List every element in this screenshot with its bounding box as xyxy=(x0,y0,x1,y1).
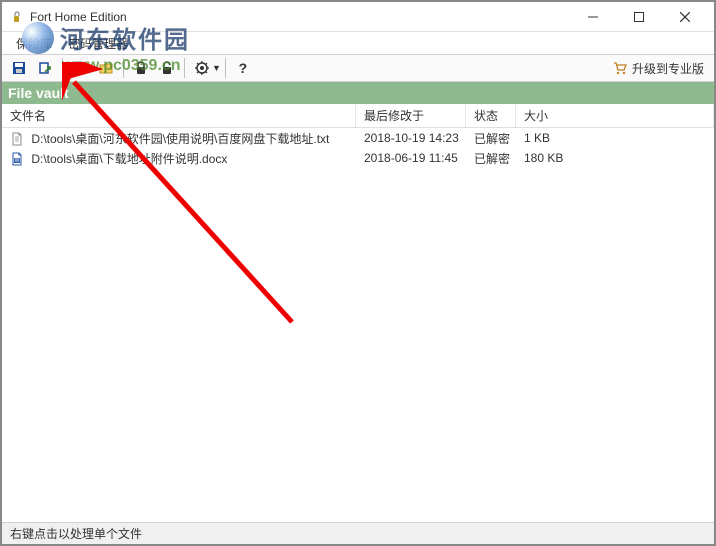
window-title: Fort Home Edition xyxy=(30,10,570,24)
close-button[interactable] xyxy=(662,3,708,31)
statusbar: 右键点击以处理单个文件 xyxy=(2,522,714,544)
minimize-button[interactable] xyxy=(570,3,616,31)
toolbar-separator xyxy=(123,58,124,78)
cell-filename: D:\tools\桌面\下载地址附件说明.docx xyxy=(31,152,227,166)
column-status[interactable]: 状态 xyxy=(466,104,516,127)
section-title: File vault xyxy=(8,85,69,101)
cell-date: 2018-10-19 14:23 xyxy=(356,129,466,147)
upgrade-label: 升级到专业版 xyxy=(632,60,704,77)
settings-dropdown-icon[interactable]: ▼ xyxy=(212,63,221,73)
cell-size: 1 KB xyxy=(516,129,714,147)
save-button[interactable] xyxy=(7,56,31,80)
upgrade-button[interactable]: 升级到专业版 xyxy=(606,58,710,79)
column-modified[interactable]: 最后修改于 xyxy=(356,104,466,127)
menubar: 保险库 密码管理器 xyxy=(2,32,714,54)
add-folder-button[interactable] xyxy=(94,56,118,80)
lock-button[interactable] xyxy=(129,56,153,80)
titlebar: Fort Home Edition xyxy=(2,2,714,32)
statusbar-text: 右键点击以处理单个文件 xyxy=(10,525,142,542)
table-row[interactable]: D:\tools\桌面\河东软件园\使用说明\百度网盘下载地址.txt 2018… xyxy=(2,128,714,148)
toolbar-separator xyxy=(184,58,185,78)
settings-button[interactable] xyxy=(190,56,214,80)
maximize-button[interactable] xyxy=(616,3,662,31)
file-icon xyxy=(10,132,24,146)
section-header: File vault xyxy=(2,82,714,104)
cell-status: 已解密 xyxy=(466,128,516,149)
table-body: D:\tools\桌面\河东软件园\使用说明\百度网盘下载地址.txt 2018… xyxy=(2,128,714,168)
cell-filename: D:\tools\桌面\河东软件园\使用说明\百度网盘下载地址.txt xyxy=(31,132,329,146)
table-row[interactable]: W D:\tools\桌面\下载地址附件说明.docx 2018-06-19 1… xyxy=(2,148,714,168)
add-file-button[interactable] xyxy=(68,56,92,80)
toolbar-separator xyxy=(62,58,63,78)
menu-password-manager[interactable]: 密码管理器 xyxy=(60,33,136,54)
export-button[interactable] xyxy=(33,56,57,80)
svg-text:W: W xyxy=(15,158,20,164)
cell-status: 已解密 xyxy=(466,148,516,169)
file-icon: W xyxy=(10,152,24,166)
toolbar: ▼ ? 升级到专业版 xyxy=(2,54,714,82)
column-filename[interactable]: 文件名 xyxy=(2,104,356,127)
column-size[interactable]: 大小 xyxy=(516,104,714,127)
menu-vault[interactable]: 保险库 xyxy=(8,33,60,54)
app-icon xyxy=(8,9,24,25)
help-button[interactable]: ? xyxy=(231,56,255,80)
file-table: 文件名 最后修改于 状态 大小 D:\tools\桌面\河东软件园\使用说明\百… xyxy=(2,104,714,168)
toolbar-separator xyxy=(225,58,226,78)
cart-icon xyxy=(612,60,628,76)
table-header: 文件名 最后修改于 状态 大小 xyxy=(2,104,714,128)
cell-date: 2018-06-19 11:45 xyxy=(356,149,466,167)
cell-size: 180 KB xyxy=(516,149,714,167)
unlock-button[interactable] xyxy=(155,56,179,80)
window-controls xyxy=(570,3,708,31)
